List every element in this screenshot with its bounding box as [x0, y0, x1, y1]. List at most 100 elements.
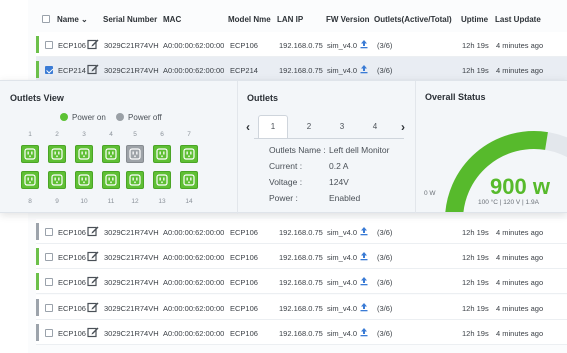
- upload-icon[interactable]: [359, 39, 369, 51]
- legend-power-off: Power off: [128, 113, 162, 122]
- model-name: ECP106: [230, 41, 258, 50]
- table-row[interactable]: ECP106 3029C21R74VH A0:00:00:62:00:00 EC…: [36, 244, 567, 269]
- outlet-number: 11: [107, 198, 115, 205]
- outlet-5[interactable]: [126, 145, 144, 163]
- upload-icon[interactable]: [359, 276, 369, 288]
- column-outlets[interactable]: Outlets(Active/Total): [374, 15, 452, 24]
- row-checkbox[interactable]: [45, 278, 53, 286]
- status-bar: [36, 324, 39, 341]
- edit-icon[interactable]: [87, 275, 99, 289]
- row-checkbox[interactable]: [45, 253, 53, 261]
- column-uptime[interactable]: Uptime: [461, 15, 488, 24]
- table-row[interactable]: ECP106 3029C21R74VH A0:00:00:62:00:00 EC…: [36, 295, 567, 320]
- last-update: 4 minutes ago: [496, 304, 544, 313]
- outlets-count: (3/6): [377, 228, 393, 237]
- outlet-number: 6: [160, 131, 164, 138]
- chevron-right-icon[interactable]: ›: [401, 120, 405, 134]
- device-name[interactable]: ECP106: [58, 278, 86, 287]
- lan-ip: 192.168.0.75: [279, 228, 323, 237]
- select-all-checkbox[interactable]: [42, 15, 50, 23]
- table-row[interactable]: ECP106 3029C21R74VH A0:00:00:62:00:00 EC…: [36, 32, 567, 57]
- outlet-11[interactable]: [102, 171, 120, 189]
- mac-address: A0:00:00:62:00:00: [163, 278, 225, 287]
- power-value: Enabled: [329, 193, 361, 203]
- device-name[interactable]: ECP214: [58, 66, 86, 75]
- edit-icon[interactable]: [87, 250, 99, 264]
- device-name[interactable]: ECP106: [58, 228, 86, 237]
- upload-icon[interactable]: [359, 302, 369, 314]
- edit-icon[interactable]: [87, 63, 99, 77]
- edit-icon[interactable]: [87, 225, 99, 239]
- table-row[interactable]: ECP214 3029C21R74VH A0:00:00:62:00:00 EC…: [36, 57, 567, 82]
- power-socket-icon: [129, 148, 141, 160]
- row-checkbox[interactable]: [45, 228, 53, 236]
- edit-icon[interactable]: [87, 326, 99, 340]
- outlet-8[interactable]: [21, 171, 39, 189]
- outlets-count: (3/6): [377, 329, 393, 338]
- last-update: 4 minutes ago: [496, 253, 544, 262]
- status-detail: 100 °C | 120 V | 1.9A: [478, 199, 539, 206]
- upload-icon[interactable]: [359, 64, 369, 76]
- table-row[interactable]: ECP106 3029C21R74VH A0:00:00:62:00:00 EC…: [36, 219, 567, 244]
- row-checkbox[interactable]: [45, 304, 53, 312]
- column-last-update[interactable]: Last Update: [495, 15, 541, 24]
- outlet-10[interactable]: [75, 171, 93, 189]
- tab-outlet-3[interactable]: 3: [327, 116, 357, 138]
- row-checkbox[interactable]: [45, 329, 53, 337]
- device-name[interactable]: ECP106: [58, 329, 86, 338]
- outlet-6[interactable]: [153, 145, 171, 163]
- upload-icon[interactable]: [359, 251, 369, 263]
- status-bar: [36, 299, 39, 316]
- outlet-2[interactable]: [48, 145, 66, 163]
- outlet-14[interactable]: [180, 171, 198, 189]
- tab-outlet-4[interactable]: 4: [360, 116, 390, 138]
- column-model[interactable]: Model Nme: [228, 15, 271, 24]
- row-checkbox[interactable]: [45, 41, 53, 49]
- tab-outlet-2[interactable]: 2: [294, 116, 324, 138]
- upload-icon[interactable]: [359, 327, 369, 339]
- legend-power-on: Power on: [72, 113, 106, 122]
- device-name[interactable]: ECP106: [58, 41, 86, 50]
- column-name[interactable]: Name ⌄: [57, 15, 88, 24]
- outlets-count: (3/6): [377, 66, 393, 75]
- outlet-13[interactable]: [153, 171, 171, 189]
- edit-icon[interactable]: [87, 301, 99, 315]
- serial-number: 3029C21R74VH: [104, 329, 159, 338]
- outlet-3[interactable]: [75, 145, 93, 163]
- outlets-count: (3/6): [377, 304, 393, 313]
- power-off-dot-icon: [116, 113, 125, 121]
- tab-outlet-1[interactable]: 1: [258, 115, 288, 139]
- table-row[interactable]: ECP106 3029C21R74VH A0:00:00:62:00:00 EC…: [36, 320, 567, 345]
- outlet-1[interactable]: [21, 145, 39, 163]
- current-label: Current :: [269, 161, 303, 171]
- outlet-4[interactable]: [102, 145, 120, 163]
- outlet-number: 5: [133, 131, 137, 138]
- column-lan-ip[interactable]: LAN IP: [277, 15, 303, 24]
- column-mac[interactable]: MAC: [163, 15, 181, 24]
- model-name: ECP106: [230, 304, 258, 313]
- uptime: 12h 19s: [462, 278, 489, 287]
- power-socket-icon: [105, 174, 117, 186]
- column-serial[interactable]: Serial Number: [103, 15, 157, 24]
- serial-number: 3029C21R74VH: [104, 41, 159, 50]
- mac-address: A0:00:00:62:00:00: [163, 66, 225, 75]
- chevron-down-icon: ⌄: [81, 15, 88, 24]
- power-socket-icon: [183, 148, 195, 160]
- chevron-left-icon[interactable]: ‹: [246, 120, 250, 134]
- outlet-12[interactable]: [126, 171, 144, 189]
- upload-icon[interactable]: [359, 226, 369, 238]
- edit-icon[interactable]: [87, 38, 99, 52]
- device-name[interactable]: ECP106: [58, 304, 86, 313]
- power-socket-icon: [24, 148, 36, 160]
- row-checkbox[interactable]: [45, 66, 53, 74]
- model-name: ECP106: [230, 329, 258, 338]
- table-row[interactable]: ECP106 3029C21R74VH A0:00:00:62:00:00 EC…: [36, 269, 567, 294]
- outlet-number: 8: [28, 198, 32, 205]
- device-name[interactable]: ECP106: [58, 253, 86, 262]
- outlet-9[interactable]: [48, 171, 66, 189]
- status-bar: [36, 36, 39, 53]
- outlet-7[interactable]: [180, 145, 198, 163]
- fw-version: sim_v4.0: [327, 228, 358, 237]
- serial-number: 3029C21R74VH: [104, 253, 159, 262]
- column-fw-version[interactable]: FW Version: [326, 15, 370, 24]
